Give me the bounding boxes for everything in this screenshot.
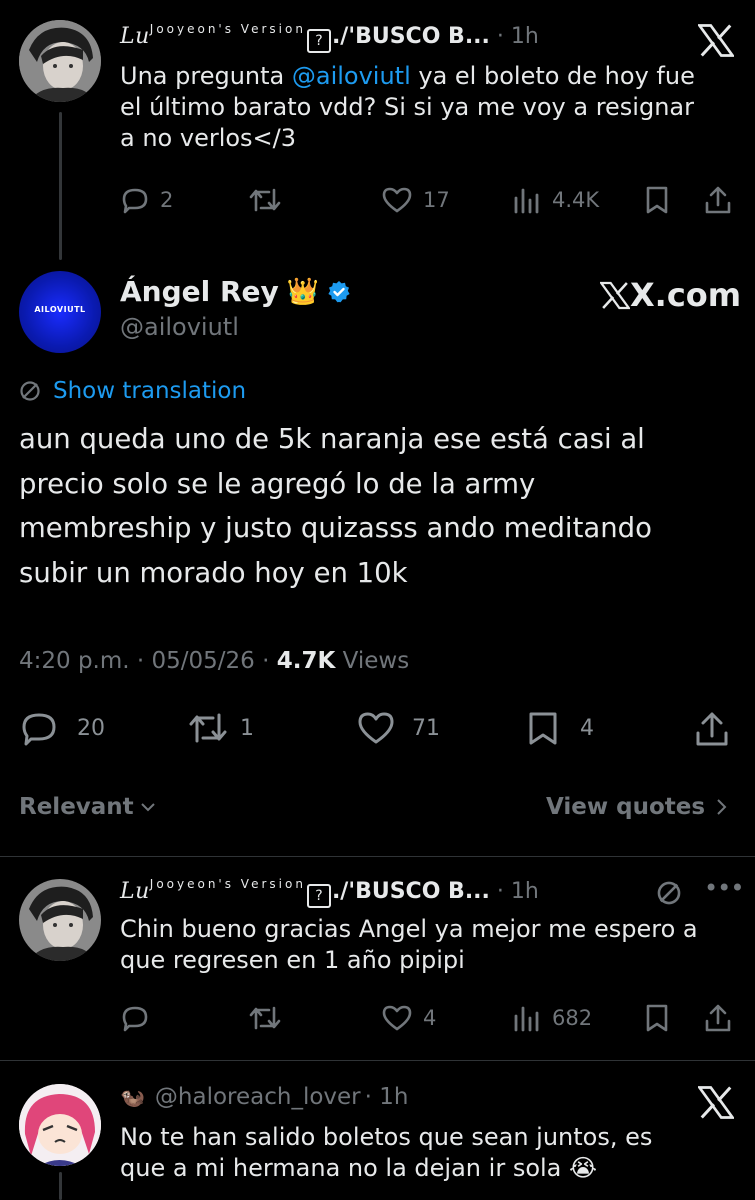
divider (0, 1060, 755, 1061)
divider (0, 856, 755, 857)
timestamp[interactable]: · 1h (497, 879, 539, 904)
views-button[interactable]: 4.4K (512, 186, 599, 214)
unknown-glyph-box: ? (306, 884, 331, 908)
chevron-down-icon (140, 803, 155, 812)
author-handle: @haloreach_lover (154, 1084, 361, 1110)
avatar-photo (19, 879, 101, 961)
reply-button[interactable]: 20 (19, 710, 105, 746)
view-quotes-link[interactable]: View quotes (546, 794, 727, 820)
mention-link[interactable]: @ailoviutl (292, 62, 411, 90)
avatar[interactable] (19, 879, 101, 961)
author-name[interactable]: LuJooyeon's Version? ./'BUSCO B... · 1h (120, 877, 539, 908)
author-handle[interactable]: @ailoviutl (120, 313, 239, 341)
author-name[interactable]: LuJooyeon's Version? ./'BUSCO B... · 1h (120, 22, 539, 53)
bookmark-count: 4 (580, 715, 594, 741)
share-icon[interactable] (704, 1003, 732, 1033)
timestamp[interactable]: · 1h (497, 24, 539, 49)
analytics-icon (514, 1006, 539, 1032)
view-count: 4.4K (552, 188, 600, 212)
unknown-glyph-box: ? (306, 29, 331, 53)
bookmark-icon (529, 712, 557, 745)
retweet-icon (249, 1006, 281, 1030)
like-button[interactable]: 4 (381, 1004, 436, 1032)
bookmark-button[interactable]: 4 (526, 710, 594, 746)
avatar-logo-text: AILOVIUTL (34, 305, 86, 314)
author-line[interactable]: 🦦 @haloreach_lover · 1h (120, 1084, 408, 1110)
tweet-text: Chin bueno gracias Angel ya mejor me esp… (120, 915, 698, 974)
like-button[interactable]: 71 (356, 710, 440, 746)
reply-icon (122, 188, 148, 214)
author-name-rest: ./'BUSCO B... (331, 879, 490, 904)
thread-line (59, 112, 62, 260)
thread-line (59, 1172, 62, 1200)
avatar-illustration (19, 1084, 101, 1166)
reply-count: 20 (77, 715, 105, 741)
views-label: Views (342, 648, 410, 674)
name-superscript: Jooyeon's Version (149, 877, 306, 891)
avatar-photo (19, 20, 101, 102)
timestamp: · 1h (364, 1084, 409, 1110)
crown-emoji: 👑 (286, 276, 320, 307)
reply-button[interactable] (120, 1004, 160, 1032)
share-icon[interactable] (694, 710, 730, 748)
x-logo-icon[interactable] (698, 1086, 734, 1119)
bookmark-icon[interactable] (644, 1003, 670, 1033)
heart-icon (382, 187, 412, 213)
reply-button[interactable]: 2 (120, 186, 173, 214)
like-count: 17 (423, 188, 450, 212)
heart-icon (382, 1005, 412, 1031)
timestamp[interactable]: 4:20 p.m. · 05/05/26 · (19, 648, 269, 674)
like-count: 71 (412, 715, 440, 741)
analytics-icon (514, 188, 539, 214)
author-name-rest: ./'BUSCO B... (331, 24, 490, 49)
tweet-text: No te han salido boletos que sean juntos… (120, 1123, 653, 1182)
view-count: 4.7K (276, 648, 336, 674)
more-options-icon[interactable]: ••• (704, 874, 744, 902)
reply-count: 2 (160, 188, 174, 212)
retweet-icon (249, 188, 281, 212)
avatar[interactable] (19, 20, 101, 102)
x-logo-icon[interactable] (698, 24, 734, 57)
name-superscript: Jooyeon's Version (149, 22, 306, 36)
share-icon[interactable] (704, 185, 732, 215)
chevron-right-icon (717, 799, 727, 815)
tweet-meta: 4:20 p.m. · 05/05/26 · 4.7K Views (19, 648, 409, 674)
sort-relevant-dropdown[interactable]: Relevant (19, 794, 156, 820)
heart-icon (358, 712, 394, 744)
retweet-count: 1 (240, 715, 254, 741)
tweet-text: aun queda uno de 5k naranja ese está cas… (19, 423, 652, 589)
like-count: 4 (423, 1006, 437, 1030)
retweet-button[interactable] (247, 1004, 293, 1032)
verified-badge-icon (328, 280, 350, 302)
x-com-watermark: X.com (600, 276, 741, 314)
otter-emoji: 🦦 (120, 1085, 145, 1109)
avatar[interactable] (19, 1084, 101, 1166)
avatar[interactable]: AILOVIUTL (19, 271, 101, 353)
translate-icon (20, 381, 40, 401)
show-translation-link[interactable]: Show translation (19, 378, 246, 404)
reply-icon (22, 713, 56, 746)
bookmark-icon[interactable] (644, 185, 670, 215)
translate-icon[interactable] (656, 880, 682, 906)
retweet-button[interactable]: 1 (186, 710, 254, 746)
reply-icon (122, 1006, 148, 1032)
retweet-button[interactable] (247, 186, 293, 214)
author-name[interactable]: Ángel Rey 👑 (120, 275, 351, 308)
retweet-icon (189, 713, 227, 743)
views-button[interactable]: 682 (512, 1004, 592, 1032)
like-button[interactable]: 17 (381, 186, 450, 214)
tweet-text: Una pregunta @ailoviutl ya el boleto de … (120, 62, 695, 152)
view-count: 682 (552, 1006, 593, 1030)
